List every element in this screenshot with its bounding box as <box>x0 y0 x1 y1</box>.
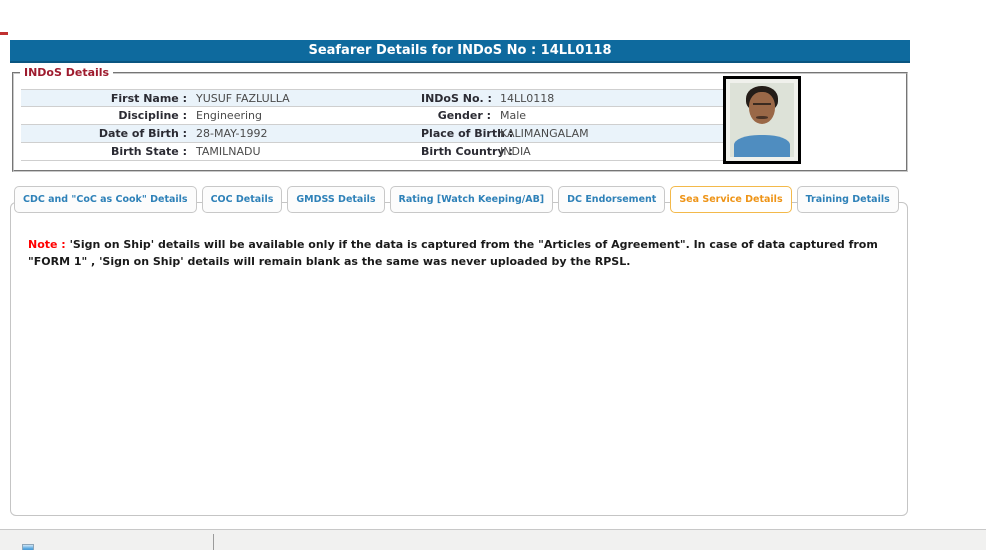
page-title-bar: Seafarer Details for INDoS No : 14LL0118 <box>10 40 910 63</box>
discipline-value: Engineering <box>196 109 262 122</box>
indos-details-legend: INDoS Details <box>20 66 114 79</box>
first-name-label: First Name : <box>110 92 187 105</box>
detail-row-birth-state: Birth State : TAMILNADU Birth Country : … <box>21 143 725 161</box>
detail-row-first-name: First Name : YUSUF FAZLULLA INDoS No. : … <box>21 89 725 107</box>
place-of-birth-label: Place of Birth : <box>421 127 514 140</box>
tab-dc-endorsement[interactable]: DC Endorsement <box>558 186 666 213</box>
sign-on-ship-note: Note : 'Sign on Ship' details will be av… <box>28 236 892 270</box>
photo-shirt <box>734 135 790 157</box>
note-prefix: Note : <box>28 238 66 251</box>
tab-rating-watch-keeping-ab[interactable]: Rating [Watch Keeping/AB] <box>389 186 554 213</box>
edge-artifact <box>0 32 8 35</box>
detail-row-date-of-birth: Date of Birth : 28-MAY-1992 Place of Bir… <box>21 125 725 143</box>
seafarer-details-page: Seafarer Details for INDoS No : 14LL0118… <box>0 0 986 550</box>
tab-sea-service-details[interactable]: Sea Service Details <box>670 186 792 213</box>
discipline-label: Discipline : <box>118 109 187 122</box>
date-of-birth-value: 28-MAY-1992 <box>196 127 268 140</box>
birth-state-label: Birth State : <box>110 145 187 158</box>
place-of-birth-value: KALIMANGALAM <box>500 127 589 140</box>
window-icon[interactable] <box>22 544 34 550</box>
note-body: 'Sign on Ship' details will be available… <box>28 238 878 269</box>
tab-cdc-coc-as-cook-details[interactable]: CDC and "CoC as Cook" Details <box>14 186 197 213</box>
tab-gmdss-details[interactable]: GMDSS Details <box>287 186 385 213</box>
page-title: Seafarer Details for INDoS No : 14LL0118 <box>308 43 612 58</box>
bottom-bar <box>0 529 986 550</box>
detail-row-discipline: Discipline : Engineering Gender : Male <box>21 107 725 125</box>
first-name-value: YUSUF FAZLULLA <box>196 92 290 105</box>
date-of-birth-label: Date of Birth : <box>98 127 187 140</box>
indos-no-label: INDoS No. : <box>421 92 492 105</box>
seafarer-photo <box>723 76 801 164</box>
indos-no-value: 14LL0118 <box>500 92 555 105</box>
indos-detail-rows: First Name : YUSUF FAZLULLA INDoS No. : … <box>21 89 725 161</box>
birth-state-value: TAMILNADU <box>196 145 261 158</box>
birth-country-label: Birth Country : <box>421 145 513 158</box>
footer-divider <box>213 534 214 550</box>
gender-label: Gender : <box>437 109 491 122</box>
gender-value: Male <box>500 109 527 122</box>
tab-bar: CDC and "CoC as Cook" Details COC Detail… <box>14 186 899 213</box>
tab-coc-details[interactable]: COC Details <box>201 186 283 213</box>
photo-mustache <box>756 116 768 119</box>
photo-brow <box>753 103 771 105</box>
sea-service-panel: Note : 'Sign on Ship' details will be av… <box>10 202 908 516</box>
birth-country-value: INDIA <box>500 145 531 158</box>
tab-training-details[interactable]: Training Details <box>796 186 899 213</box>
photo-face <box>749 92 775 124</box>
